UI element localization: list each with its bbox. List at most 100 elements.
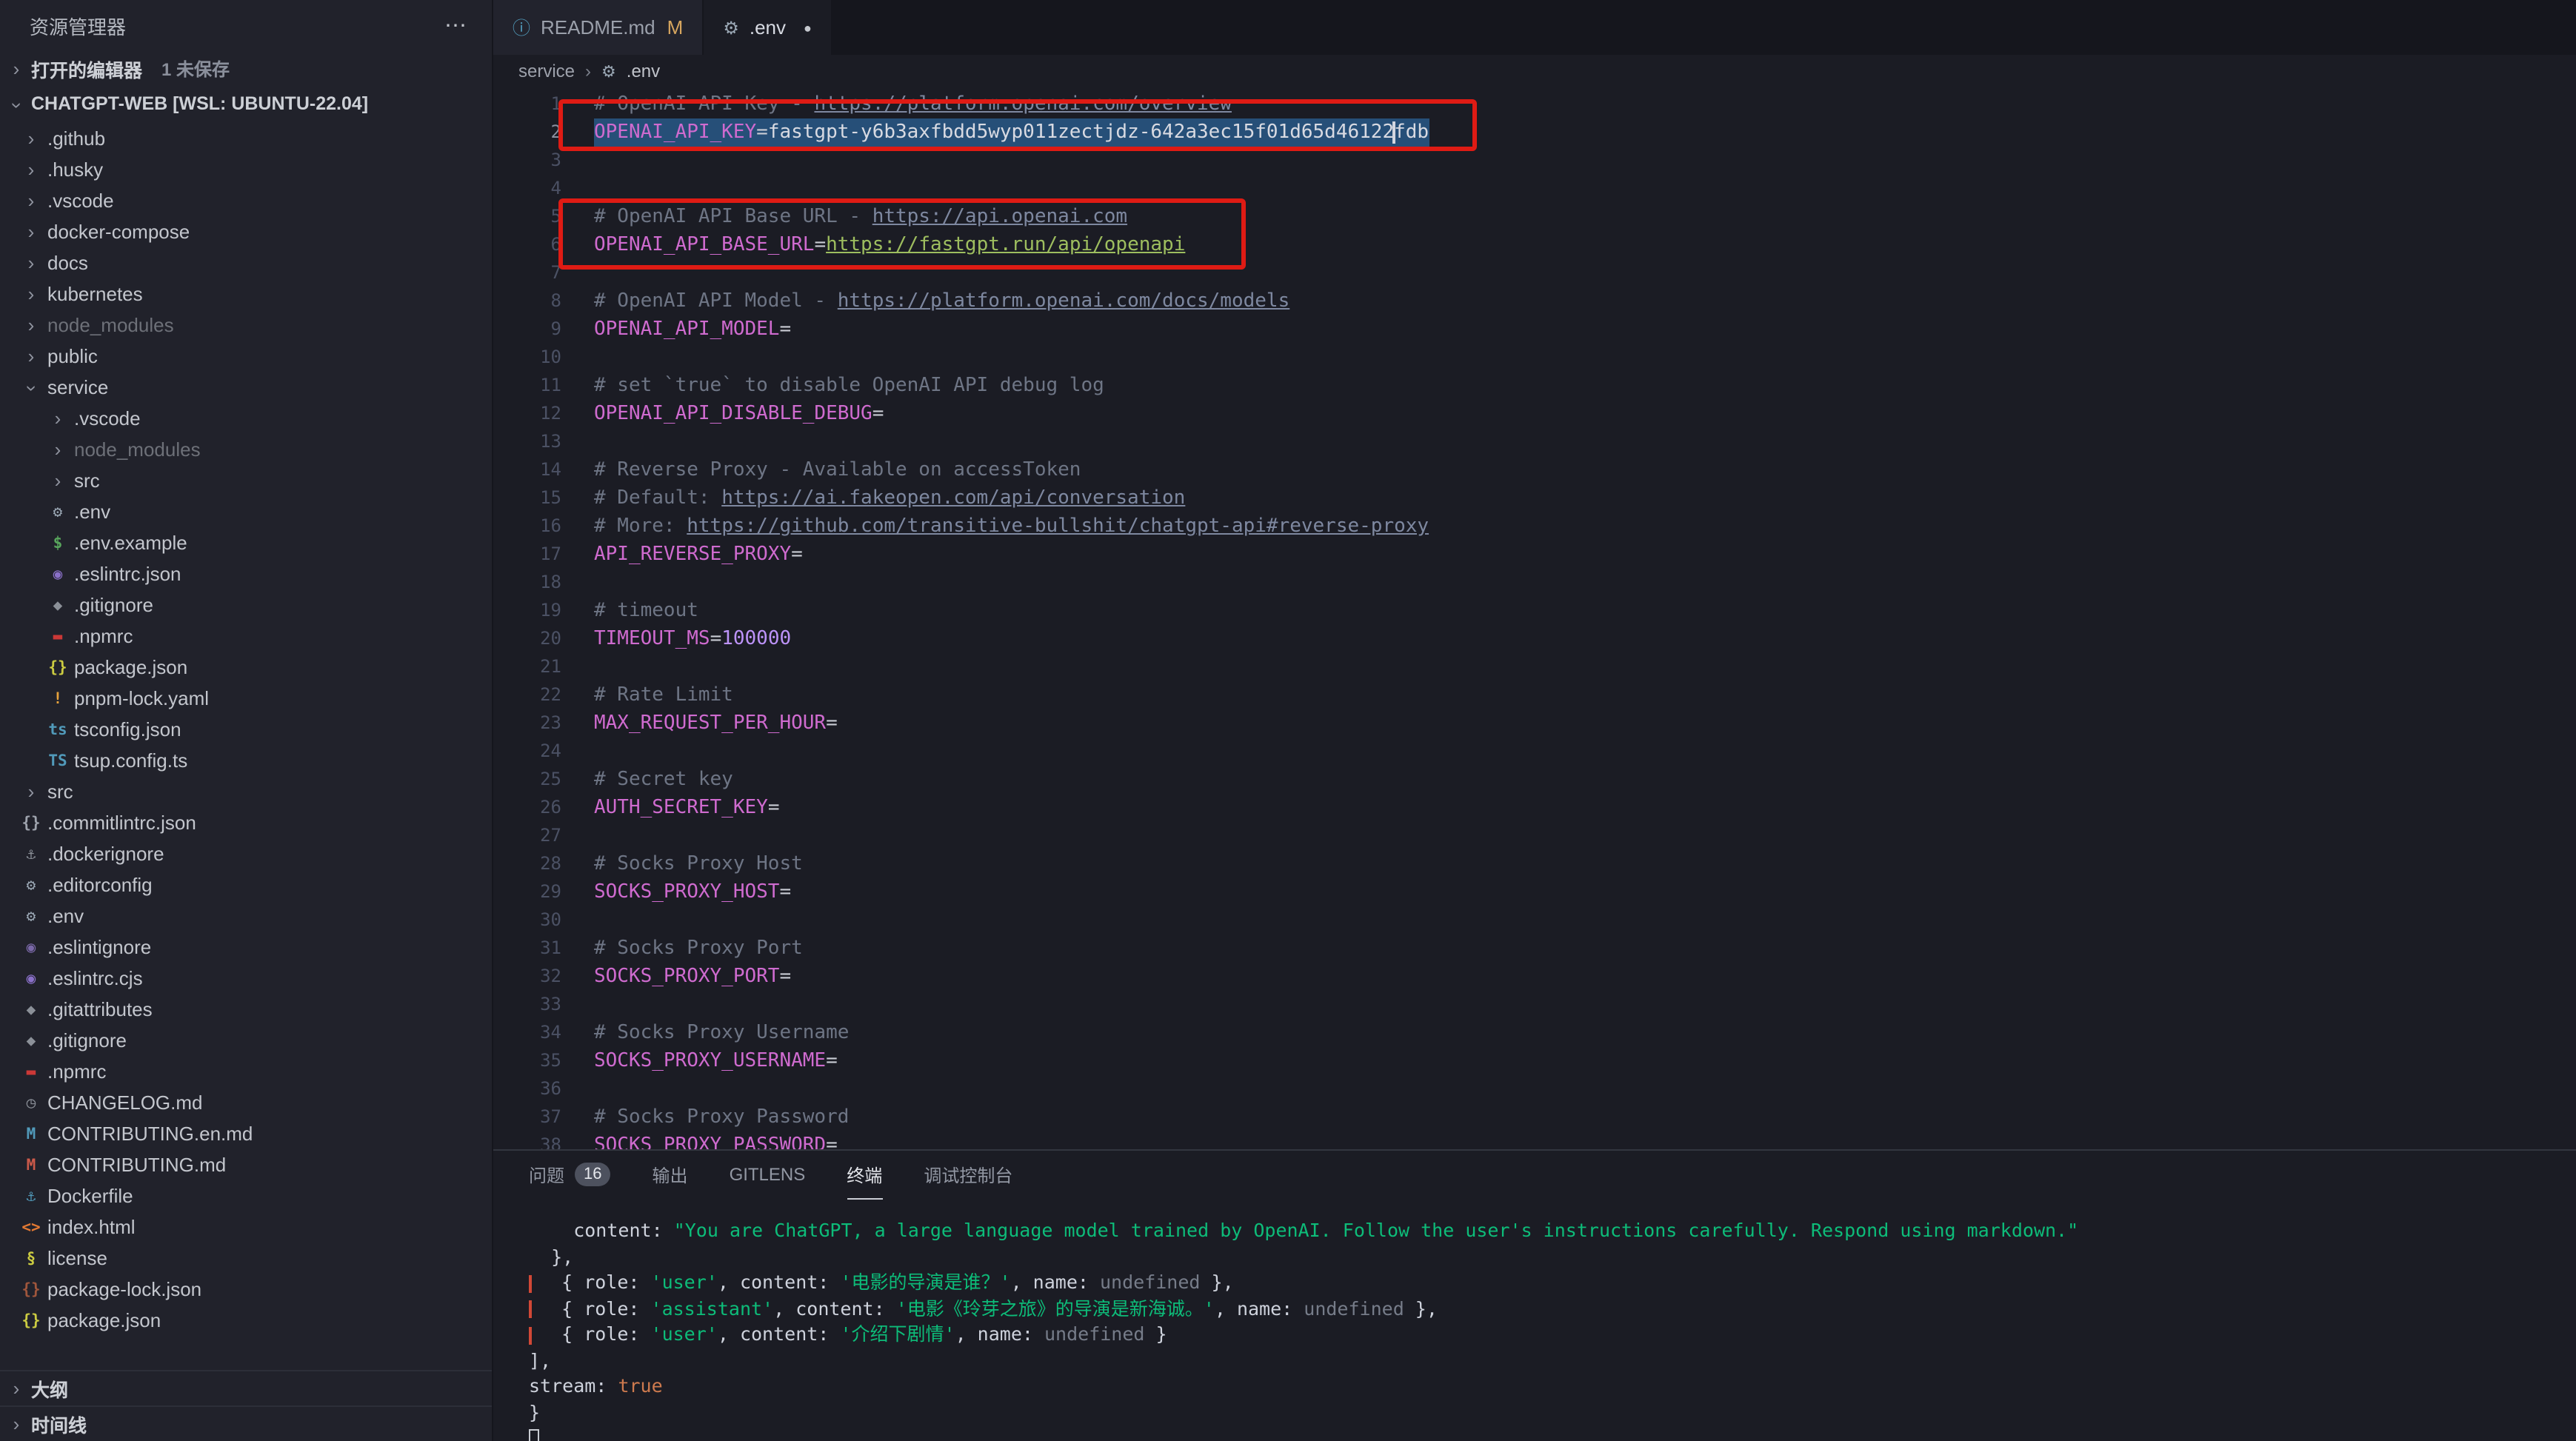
tree-item-vscode[interactable]: ›.vscode <box>0 403 492 434</box>
panel-tab-label: 调试控制台 <box>924 1162 1012 1187</box>
terminal-text: { role: <box>539 1271 651 1293</box>
breadcrumb-separator-icon: › <box>585 61 591 81</box>
tree-item-editorconfig[interactable]: ⚙.editorconfig <box>0 869 492 900</box>
terminal-line: { role: 'user', content: '介绍下剧情', name: … <box>529 1321 2576 1347</box>
panel-tab-[interactable]: 终端 <box>847 1151 882 1200</box>
tree-item-changelog-md[interactable]: ◷CHANGELOG.md <box>0 1087 492 1118</box>
tree-item-pnpm-lock-yaml[interactable]: !pnpm-lock.yaml <box>0 683 492 714</box>
terminal-output[interactable]: content: "You are ChatGPT, a large langu… <box>493 1200 2576 1441</box>
tree-item-package-json[interactable]: {}package.json <box>0 652 492 683</box>
tree-item-env-example[interactable]: $.env.example <box>0 527 492 558</box>
line-number: 24 <box>493 738 561 766</box>
tree-item-gitattributes[interactable]: ◆.gitattributes <box>0 994 492 1025</box>
tree-item-label: index.html <box>47 1216 136 1238</box>
line-number: 12 <box>493 400 561 428</box>
tree-item-vscode[interactable]: ›.vscode <box>0 185 492 216</box>
tree-item-package-json[interactable]: {}package.json <box>0 1305 492 1336</box>
tree-item-github[interactable]: ›.github <box>0 123 492 154</box>
comment-link: https://api.openai.com <box>872 206 1127 228</box>
more-actions-icon[interactable]: ⋯ <box>444 12 468 39</box>
terminal-string: 'assistant' <box>651 1297 774 1319</box>
line-number: 11 <box>493 372 561 400</box>
explorer-header: 资源管理器 ⋯ <box>0 0 492 50</box>
terminal-line: { role: 'assistant', content: '电影《玲芽之旅》的… <box>529 1295 2576 1321</box>
line-content: OPENAI_API_BASE_URL=https://fastgpt.run/… <box>594 231 1185 259</box>
open-editors-section[interactable]: › 打开的编辑器 1 未保存 <box>0 50 492 86</box>
line-number: 6 <box>493 231 561 259</box>
panel-tab-gitlens[interactable]: GITLENS <box>730 1151 806 1200</box>
terminal-text: }, <box>529 1245 573 1267</box>
tree-item-husky[interactable]: ›.husky <box>0 154 492 185</box>
html-icon: <> <box>21 1218 41 1236</box>
tree-item-label: .vscode <box>74 407 141 429</box>
tree-item-env[interactable]: ⚙.env <box>0 900 492 932</box>
tree-item-tsconfig-json[interactable]: tstsconfig.json <box>0 714 492 745</box>
tree-item-service[interactable]: ›service <box>0 372 492 403</box>
breadcrumb-folder[interactable]: service <box>518 61 575 81</box>
tree-item-tsup-config-ts[interactable]: TStsup.config.ts <box>0 745 492 776</box>
terminal-red-mark <box>529 1326 532 1344</box>
tree-item-gitignore[interactable]: ◆.gitignore <box>0 1025 492 1056</box>
code-line: 15# Default: https://ai.fakeopen.com/api… <box>493 484 2576 512</box>
tree-item-label: .github <box>47 127 105 150</box>
tree-item-env[interactable]: ⚙.env <box>0 496 492 527</box>
env-key: AUTH_SECRET_KEY <box>594 797 768 819</box>
line-content: MAX_REQUEST_PER_HOUR= <box>594 709 838 738</box>
tree-item-node-modules[interactable]: ›node_modules <box>0 434 492 465</box>
tree-item-eslintignore[interactable]: ◉.eslintignore <box>0 932 492 963</box>
tree-item-label: .env <box>74 501 110 523</box>
problems-count-badge: 16 <box>575 1163 611 1186</box>
tree-item-index-html[interactable]: <> index.html <box>0 1211 492 1243</box>
tree-item-label: .env.example <box>74 532 187 554</box>
breadcrumb-file[interactable]: .env <box>627 61 660 81</box>
tree-item-npmrc[interactable]: ▬.npmrc <box>0 1056 492 1087</box>
tree-item-public[interactable]: ›public <box>0 341 492 372</box>
line-content: # Default: https://ai.fakeopen.com/api/c… <box>594 484 1185 512</box>
tree-item-contributing-md[interactable]: MCONTRIBUTING.md <box>0 1149 492 1180</box>
tree-item-src[interactable]: ›src <box>0 465 492 496</box>
code-line: 37# Socks Proxy Password <box>493 1103 2576 1131</box>
panel-tab-[interactable]: 问题16 <box>529 1151 611 1200</box>
terminal-undefined: undefined <box>1044 1323 1144 1345</box>
panel-tab-[interactable]: 调试控制台 <box>924 1151 1012 1200</box>
outline-label: 大纲 <box>31 1374 68 1402</box>
docker-icon: ⚓ <box>21 1187 41 1205</box>
tree-item-label: .npmrc <box>47 1060 106 1083</box>
terminal-string: '电影的导演是谁？' <box>840 1271 1010 1293</box>
terminal-red-mark <box>529 1274 532 1292</box>
tree-item-package-lock-json[interactable]: {}package-lock.json <box>0 1274 492 1305</box>
panel-tab-[interactable]: 输出 <box>653 1151 688 1200</box>
tree-item-eslintrc-cjs[interactable]: ◉.eslintrc.cjs <box>0 963 492 994</box>
tree-item-docker-compose[interactable]: ›docker-compose <box>0 216 492 247</box>
line-content: TIMEOUT_MS=100000 <box>594 625 791 653</box>
terminal-red-mark <box>529 1300 532 1318</box>
tree-item-commitlintrc-json[interactable]: {}.commitlintrc.json <box>0 807 492 838</box>
tree-item-dockerfile[interactable]: ⚓Dockerfile <box>0 1180 492 1211</box>
tree-item-eslintrc-json[interactable]: ◉.eslintrc.json <box>0 558 492 589</box>
tree-item-dockerignore[interactable]: ⚓.dockerignore <box>0 838 492 869</box>
tree-item-gitignore[interactable]: ◆.gitignore <box>0 589 492 621</box>
sidebar-bottom-sections: › 大纲 › 时间线 <box>0 1370 492 1441</box>
tree-item-label: .husky <box>47 158 103 181</box>
tree-item-npmrc[interactable]: ▬.npmrc <box>0 621 492 652</box>
tree-item-docs[interactable]: ›docs <box>0 247 492 278</box>
tab-readme-md[interactable]: ⓘREADME.mdM <box>493 0 704 55</box>
tree-item-src[interactable]: ›src <box>0 776 492 807</box>
line-number: 36 <box>493 1075 561 1103</box>
equals-sign: = <box>872 403 884 425</box>
timeline-section[interactable]: › 时间线 <box>0 1405 492 1441</box>
tab-env[interactable]: ⚙.env● <box>704 0 832 55</box>
outline-section[interactable]: › 大纲 <box>0 1370 492 1405</box>
tree-item-license[interactable]: §license <box>0 1243 492 1274</box>
project-root-section[interactable]: › CHATGPT-WEB [WSL: UBUNTU-22.04] <box>0 86 492 121</box>
tree-item-contributing-en-md[interactable]: MCONTRIBUTING.en.md <box>0 1118 492 1149</box>
project-root-label: CHATGPT-WEB [WSL: UBUNTU-22.04] <box>31 93 368 114</box>
tree-item-kubernetes[interactable]: ›kubernetes <box>0 278 492 310</box>
json-icon: {} <box>21 1280 41 1298</box>
chevron-right-icon: › <box>21 780 41 803</box>
code-line: 18 <box>493 569 2576 597</box>
code-line: 33 <box>493 991 2576 1019</box>
tree-item-node-modules[interactable]: ›node_modules <box>0 310 492 341</box>
code-editor[interactable]: 1# OpenAI API Key - https://platform.ope… <box>493 87 2576 1149</box>
terminal-line: } <box>529 1399 2576 1425</box>
